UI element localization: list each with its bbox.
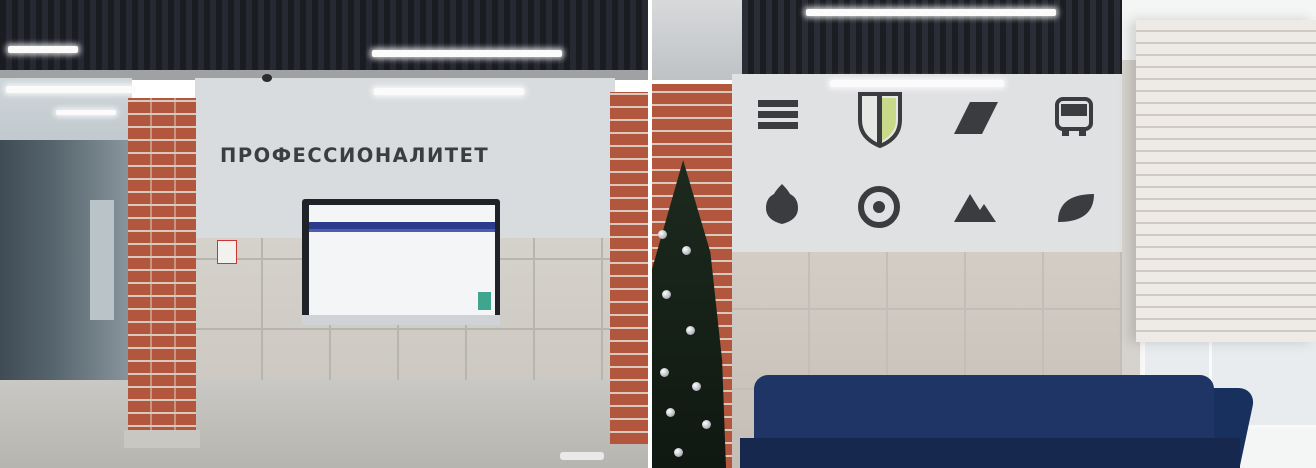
sofa-seat <box>740 438 1240 468</box>
floor <box>0 380 648 468</box>
ornament <box>658 230 667 239</box>
shield-icon <box>858 92 902 148</box>
ceiling-light <box>830 80 1004 87</box>
ornament <box>660 368 669 377</box>
notice-sticker <box>217 240 237 264</box>
ornament <box>702 420 711 429</box>
display-header-bar <box>309 222 495 229</box>
parallelogram-icon <box>954 102 998 134</box>
ornament <box>692 382 701 391</box>
display-button <box>478 292 491 310</box>
leaf-icon <box>1058 194 1094 222</box>
wall-sign: ПРОФЕССИОНАЛИТЕТ <box>220 144 490 167</box>
mountains-icon <box>954 194 996 222</box>
ornament <box>686 326 695 335</box>
column-base <box>124 430 200 448</box>
ceiling-light <box>374 88 524 95</box>
ceiling-light <box>372 50 562 57</box>
display-nav-bar <box>309 229 495 232</box>
ceiling-light <box>8 46 78 53</box>
pinecone-icon <box>766 184 798 224</box>
layers-icon <box>758 100 798 129</box>
bus-icon <box>1055 97 1093 136</box>
ornament <box>682 246 691 255</box>
brick-column <box>610 92 648 444</box>
ornament <box>662 290 671 299</box>
brick-column <box>128 98 196 438</box>
ceiling-light <box>6 86 136 93</box>
target-icon <box>858 186 900 228</box>
ceiling-light <box>56 110 116 115</box>
roller-blind <box>1136 20 1316 342</box>
ceiling <box>0 0 648 78</box>
ceiling-light <box>806 9 1056 16</box>
corridor-door <box>90 200 114 320</box>
ornament <box>666 408 675 417</box>
left-lobby-photo: ПРОФЕССИОНАЛИТЕТ <box>0 0 648 468</box>
soffit <box>652 0 742 80</box>
extension-cord <box>560 452 604 460</box>
ornament <box>674 448 683 457</box>
display-bezel <box>302 315 500 325</box>
right-lobby-photo <box>652 0 1316 468</box>
camera-icon <box>262 74 272 82</box>
